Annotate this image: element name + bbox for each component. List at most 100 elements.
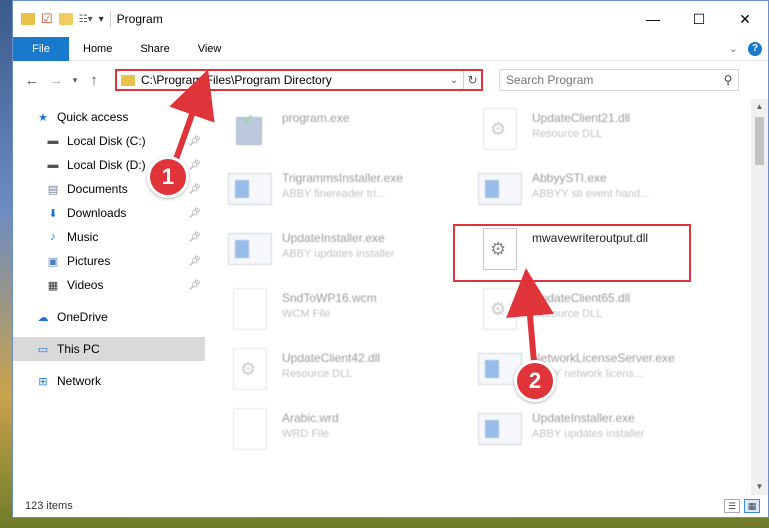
scroll-down-icon[interactable]: ▼ xyxy=(751,479,768,495)
separator xyxy=(109,11,111,27)
maximize-button[interactable]: ☐ xyxy=(676,1,722,37)
address-path[interactable]: C:\Program Files\Program Directory xyxy=(141,73,445,87)
sidebar-item-onedrive[interactable]: ☁ OneDrive xyxy=(13,305,205,329)
up-button[interactable]: ↑ xyxy=(83,69,105,91)
file-name: UpdateClient21.dll xyxy=(532,111,631,125)
list-item[interactable]: UpdateInstaller.exe ABBY updates installe… xyxy=(478,403,728,463)
help-icon[interactable]: ? xyxy=(748,41,762,56)
sidebar-item-this-pc[interactable]: ▭ This PC xyxy=(13,337,205,361)
file-name: NetworkLicenseServer.exe xyxy=(532,351,675,365)
scroll-thumb[interactable] xyxy=(755,117,764,165)
documents-icon: ▤ xyxy=(47,183,59,196)
tab-view[interactable]: View xyxy=(184,37,236,61)
vertical-scrollbar[interactable]: ▲ ▼ xyxy=(751,99,768,495)
sidebar-item-label: Documents xyxy=(67,182,128,196)
close-icon: ✕ xyxy=(739,10,751,27)
navigation-bar: ← → ▾ ↑ C:\Program Files\Program Directo… xyxy=(13,61,768,99)
refresh-icon[interactable]: ↻ xyxy=(463,71,481,89)
search-icon[interactable]: ⚲ xyxy=(718,73,738,87)
sidebar-item-label: OneDrive xyxy=(57,310,108,324)
pin-icon[interactable]: 📌︎ xyxy=(188,160,201,171)
properties-icon[interactable]: ☑ xyxy=(41,11,53,27)
search-input[interactable] xyxy=(506,73,718,87)
chevron-down-icon[interactable]: ⌄ xyxy=(445,75,463,86)
step-badge-2: 2 xyxy=(514,360,556,402)
list-item[interactable]: UpdateClient65.dll Resource DLL xyxy=(478,283,728,343)
file-name: UpdateClient65.dll xyxy=(532,291,631,305)
sidebar-item-music[interactable]: ♪ Music 📌︎ xyxy=(13,225,205,249)
list-item[interactable]: program.exe xyxy=(228,103,478,163)
application-icon xyxy=(228,233,272,265)
sidebar-item-videos[interactable]: ▦ Videos 📌︎ xyxy=(13,273,205,297)
file-desc: ABBY finereader tri... xyxy=(282,188,386,200)
minimize-button[interactable]: — xyxy=(630,1,676,37)
film-icon: ▦ xyxy=(47,279,59,292)
sidebar-item-downloads[interactable]: ⬇ Downloads 📌︎ xyxy=(13,201,205,225)
sidebar-item-label: Quick access xyxy=(57,110,129,124)
window-title: Program xyxy=(116,12,163,26)
file-name: UpdateClient42.dll xyxy=(282,351,381,365)
tab-file[interactable]: File xyxy=(13,36,69,61)
chevron-down-icon: ▾ xyxy=(72,74,78,85)
monitor-icon: ▭ xyxy=(37,343,49,356)
item-count: 123 items xyxy=(25,500,73,512)
address-bar[interactable]: C:\Program Files\Program Directory ⌄ ↻ xyxy=(115,69,483,91)
sidebar-item-network[interactable]: ⊞ Network xyxy=(13,369,205,393)
dropdown-arrow-icon[interactable]: ▾ xyxy=(99,14,104,25)
sidebar-item-local-disk-c[interactable]: ▬ Local Disk (C:) 📌︎ xyxy=(13,129,205,153)
customize-toolbar-icon[interactable]: ☷▾ xyxy=(79,14,93,25)
pin-icon[interactable]: 📌︎ xyxy=(188,256,201,267)
dll-file-icon xyxy=(483,108,517,150)
star-icon: ★ xyxy=(38,111,48,124)
pin-icon[interactable]: 📌︎ xyxy=(188,136,201,147)
tab-home[interactable]: Home xyxy=(69,37,126,61)
title-bar: ☑ ☷▾ ▾ Program — ☐ ✕ xyxy=(13,1,768,37)
list-item[interactable]: AbbyySTI.exe ABBYY sti event hand... xyxy=(478,163,728,223)
details-view-icon[interactable]: ☰ xyxy=(724,499,740,513)
file-desc: WRD File xyxy=(282,428,330,440)
file-name: UpdateInstaller.exe xyxy=(532,411,635,425)
pin-icon[interactable]: 📌︎ xyxy=(188,208,201,219)
search-box[interactable]: ⚲ xyxy=(499,69,739,91)
highlight-box xyxy=(453,224,691,282)
sidebar-item-label: Music xyxy=(67,230,99,244)
scroll-up-icon[interactable]: ▲ xyxy=(751,99,768,115)
application-icon xyxy=(478,173,522,205)
file-desc: Resource DLL xyxy=(532,308,603,320)
list-item[interactable]: SndToWP16.wcm WCM File xyxy=(228,283,478,343)
large-icons-view-icon[interactable]: ▦ xyxy=(744,499,760,513)
sidebar-item-label: Pictures xyxy=(67,254,111,268)
list-item[interactable]: UpdateClient21.dll Resource DLL xyxy=(478,103,728,163)
file-list: program.exe UpdateClient21.dll Resource D… xyxy=(206,99,768,495)
application-icon xyxy=(478,413,522,445)
program-exe-icon xyxy=(232,109,268,149)
file-name: TrigrammsInstaller.exe xyxy=(282,171,403,185)
drive-icon: ▬ xyxy=(47,159,59,171)
folder-icon[interactable] xyxy=(21,13,35,25)
forward-button[interactable]: → xyxy=(45,69,67,91)
file-desc: Resource DLL xyxy=(282,368,353,380)
recent-locations-button[interactable]: ▾ xyxy=(69,69,81,91)
back-button[interactable]: ← xyxy=(21,69,43,91)
list-item[interactable]: UpdateInstaller.exe ABBY updates installe… xyxy=(228,223,478,283)
tab-share[interactable]: Share xyxy=(126,37,183,61)
file-name: program.exe xyxy=(282,111,350,125)
list-item[interactable]: TrigrammsInstaller.exe ABBY finereader tr… xyxy=(228,163,478,223)
pin-icon[interactable]: 📌︎ xyxy=(188,232,201,243)
expand-ribbon-icon[interactable]: ⌄ xyxy=(729,42,738,55)
maximize-icon: ☐ xyxy=(692,10,706,27)
sidebar-item-quick-access[interactable]: ★ Quick access xyxy=(13,105,205,129)
sidebar-item-pictures[interactable]: ▣ Pictures 📌︎ xyxy=(13,249,205,273)
list-item[interactable]: UpdateClient42.dll Resource DLL xyxy=(228,343,478,403)
close-button[interactable]: ✕ xyxy=(722,1,768,37)
view-switcher: ☰ ▦ xyxy=(724,499,768,513)
pin-icon[interactable]: 📌︎ xyxy=(188,184,201,195)
pin-icon[interactable]: 📌︎ xyxy=(188,280,201,291)
sidebar-item-label: Downloads xyxy=(67,206,127,220)
blank-file-icon xyxy=(233,288,267,330)
content-area: ★ Quick access ▬ Local Disk (C:) 📌︎ ▬ Lo… xyxy=(13,99,768,495)
application-icon xyxy=(228,173,272,205)
list-item[interactable]: Arabic.wrd WRD File xyxy=(228,403,478,463)
new-folder-icon[interactable] xyxy=(58,13,73,25)
drive-icon: ▬ xyxy=(47,135,59,147)
